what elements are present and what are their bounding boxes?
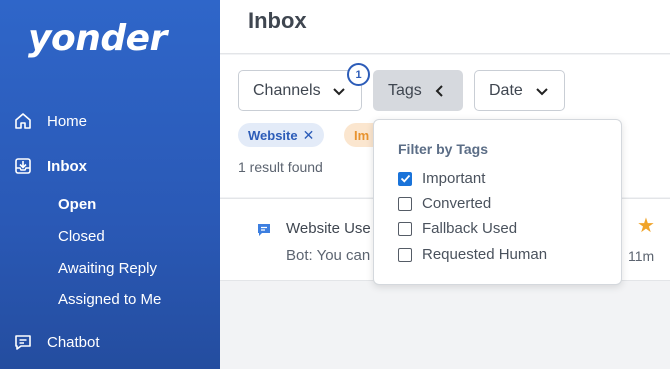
tag-option-label: Important <box>422 170 486 187</box>
checkbox[interactable] <box>398 196 412 211</box>
date-filter-button[interactable]: Date <box>474 70 565 111</box>
tag-option-label: Fallback Used <box>422 220 518 237</box>
tag-option-fallback-used[interactable]: Fallback Used <box>398 220 517 237</box>
tags-label: Tags <box>388 81 422 99</box>
message-icon <box>256 222 272 243</box>
checkbox[interactable] <box>398 221 412 236</box>
nav-item-inbox[interactable]: Inbox <box>12 153 87 179</box>
conversation-time: 11m <box>628 248 655 264</box>
inbox-icon <box>12 155 34 177</box>
chevron-down-icon <box>534 83 550 99</box>
sidebar: yonder Home Inbox Open Closed Awaiting R… <box>0 0 220 369</box>
checkbox[interactable] <box>398 247 412 262</box>
chip-label: Website <box>248 127 298 143</box>
tags-filter-dropdown: Filter by Tags Important Converted Fallb… <box>373 119 622 285</box>
nav-label: Inbox <box>47 157 87 175</box>
nav-label: Chatbot <box>47 333 100 351</box>
sidebar-item-open[interactable]: Open <box>58 196 96 213</box>
channels-filter-button[interactable]: Channels <box>238 70 362 111</box>
chatbot-icon <box>12 331 34 353</box>
sidebar-item-assigned-to-me[interactable]: Assigned to Me <box>58 291 161 308</box>
tag-option-label: Requested Human <box>422 246 548 263</box>
checkbox-checked[interactable] <box>398 171 412 186</box>
channels-label: Channels <box>253 81 321 99</box>
chevron-left-icon <box>432 83 448 99</box>
chevron-down-icon <box>331 83 347 99</box>
page-title: Inbox <box>248 8 307 33</box>
brand-logo: yonder <box>28 18 167 59</box>
tag-option-important[interactable]: Important <box>398 170 485 187</box>
dropdown-title: Filter by Tags <box>398 141 488 157</box>
close-icon[interactable]: ✕ <box>303 127 315 144</box>
home-icon <box>12 110 34 132</box>
tag-option-requested-human[interactable]: Requested Human <box>398 246 547 263</box>
channels-count-badge: 1 <box>347 63 370 86</box>
star-icon[interactable]: ★ <box>637 213 655 238</box>
nav-item-home[interactable]: Home <box>12 108 87 134</box>
conversation-title: Website Use <box>286 220 371 237</box>
page-header: Inbox <box>220 0 670 54</box>
date-label: Date <box>489 81 523 99</box>
nav-label: Home <box>47 112 88 130</box>
tags-filter-button[interactable]: Tags <box>373 70 463 111</box>
tag-option-label: Converted <box>422 195 492 212</box>
chip-label: Im <box>354 127 370 143</box>
result-count: 1 result found <box>238 159 323 175</box>
tag-option-converted[interactable]: Converted <box>398 195 491 212</box>
conversation-preview: Bot: You can <box>286 247 371 264</box>
sidebar-item-closed[interactable]: Closed <box>58 228 105 245</box>
website-filter-chip: Website ✕ <box>238 123 325 147</box>
sidebar-item-awaiting-reply[interactable]: Awaiting Reply <box>58 260 157 277</box>
nav-item-chatbot[interactable]: Chatbot <box>12 329 100 355</box>
